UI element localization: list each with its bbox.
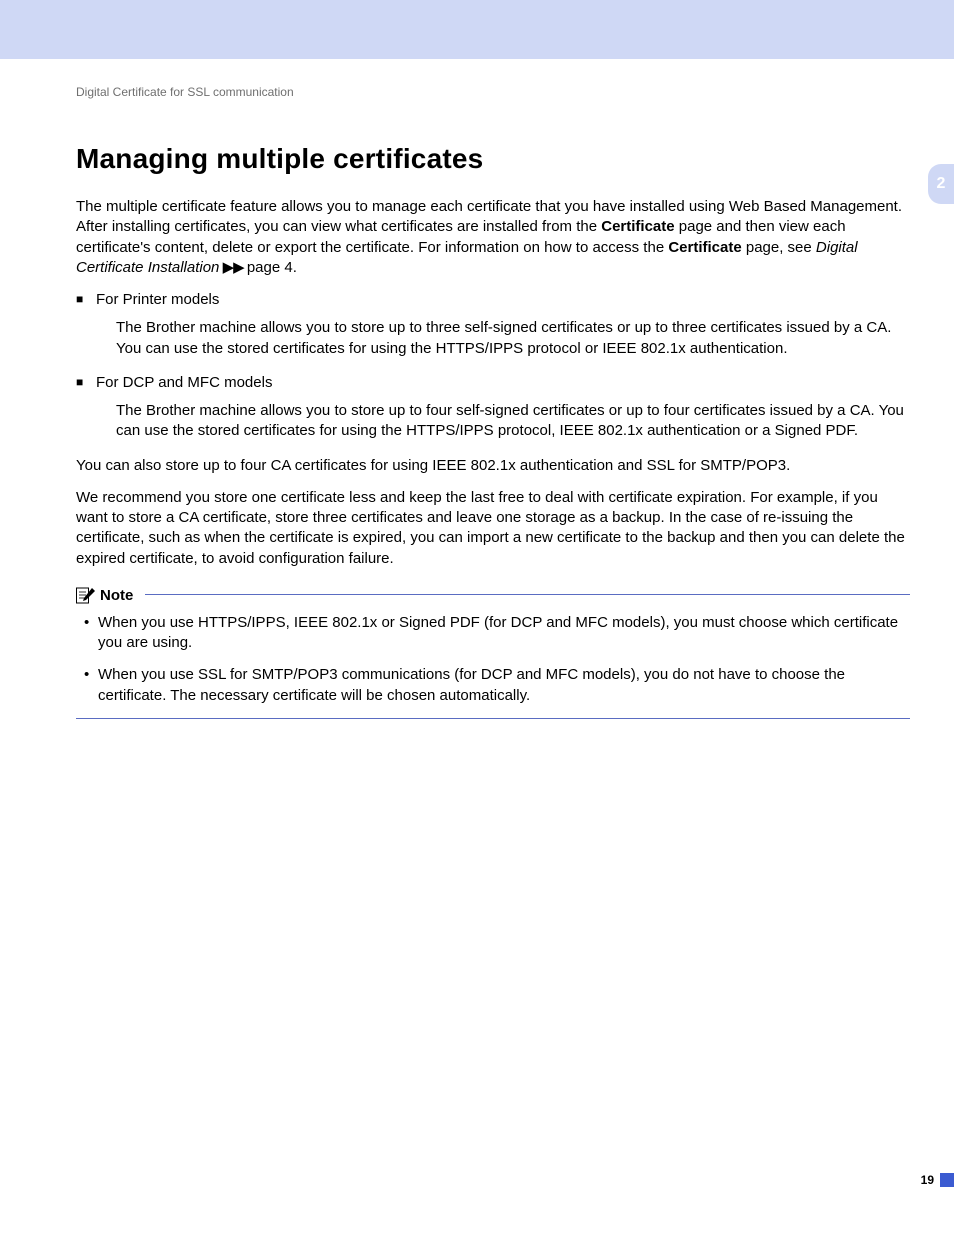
bullet-head-2: For DCP and MFC models: [96, 374, 272, 391]
footer-accent-bar: [940, 1173, 954, 1187]
note-list: When you use HTTPS/IPPS, IEEE 802.1x or …: [76, 613, 910, 706]
header-bar: [0, 0, 954, 59]
note-pencil-icon: [76, 587, 96, 605]
xref-arrows-icon: ▶▶: [219, 259, 246, 276]
page-footer: 19: [921, 1173, 954, 1187]
bullet-dcp-mfc-models: For DCP and MFC models The Brother machi…: [76, 373, 910, 442]
intro-bold-1: Certificate: [601, 218, 674, 235]
note-item-1: When you use HTTPS/IPPS, IEEE 802.1x or …: [76, 613, 910, 654]
note-top-rule: [145, 594, 910, 595]
intro-text-3: page, see: [742, 239, 816, 256]
bullet-body-2: The Brother machine allows you to store …: [116, 401, 910, 442]
page-content: Digital Certificate for SSL communicatio…: [0, 59, 954, 719]
ca-cert-paragraph: You can also store up to four CA certifi…: [76, 456, 910, 476]
intro-paragraph: The multiple certificate feature allows …: [76, 197, 910, 278]
note-block: Note When you use HTTPS/IPPS, IEEE 802.1…: [76, 587, 910, 719]
intro-bold-2: Certificate: [668, 239, 741, 256]
bullet-head-1: For Printer models: [96, 291, 219, 308]
note-item-2: When you use SSL for SMTP/POP3 communica…: [76, 665, 910, 706]
note-header: Note: [76, 587, 910, 605]
bullet-body-1: The Brother machine allows you to store …: [116, 318, 910, 359]
page-number: 19: [921, 1173, 934, 1187]
model-bullet-list: For Printer models The Brother machine a…: [76, 290, 910, 442]
bullet-printer-models: For Printer models The Brother machine a…: [76, 290, 910, 359]
page-title: Managing multiple certificates: [76, 143, 910, 175]
note-label: Note: [100, 587, 133, 604]
recommendation-paragraph: We recommend you store one certificate l…: [76, 488, 910, 569]
running-header: Digital Certificate for SSL communicatio…: [76, 85, 910, 99]
intro-text-4: page 4.: [247, 259, 297, 276]
note-bottom-rule: [76, 718, 910, 719]
